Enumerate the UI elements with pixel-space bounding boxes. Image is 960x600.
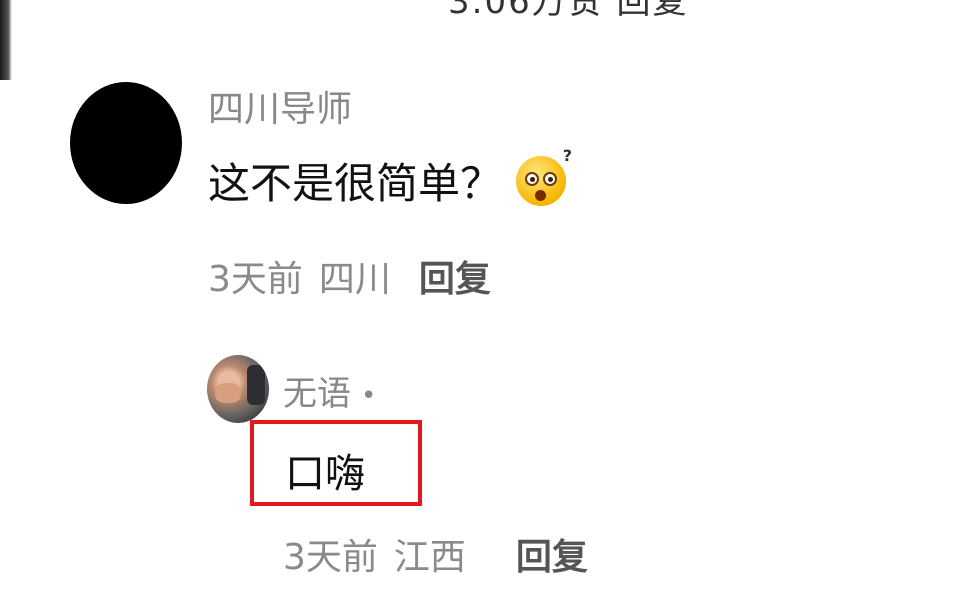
comment-location: 四川 — [318, 259, 391, 300]
reply-username[interactable]: 无语 • — [283, 366, 376, 415]
reply-meta: 3天前 江西 回复 — [283, 528, 588, 580]
reply-separator-dot: • — [361, 380, 377, 411]
reply-location: 江西 — [393, 537, 466, 578]
clipped-header-text: 3.06万赞 回复 — [448, 0, 689, 22]
comment-username[interactable]: 四川导师 — [208, 80, 352, 132]
device-bezel-edge — [0, 0, 12, 80]
reply-time: 3天前 — [283, 537, 378, 578]
comment-body: 这不是很简单？ ? — [208, 146, 572, 211]
comment-time: 3天前 — [208, 259, 303, 300]
surprised-face-emoji-icon: ? — [516, 146, 572, 206]
comment-meta: 3天前 四川 回复 — [208, 250, 491, 302]
reply-text: 口嗨 — [285, 451, 365, 497]
reply-reply-button[interactable]: 回复 — [516, 537, 588, 578]
avatar[interactable] — [70, 82, 182, 204]
reply-button[interactable]: 回复 — [419, 259, 491, 300]
comment-text: 这不是很简单？ — [208, 159, 503, 208]
comment-thread-screen: 3.06万赞 回复 四川导师 这不是很简单？ ? 3天前 四川 回复 无语 • 口嗨 … — [0, 0, 960, 600]
reply-avatar[interactable] — [207, 355, 269, 423]
reply-username-label: 无语 — [283, 374, 351, 414]
